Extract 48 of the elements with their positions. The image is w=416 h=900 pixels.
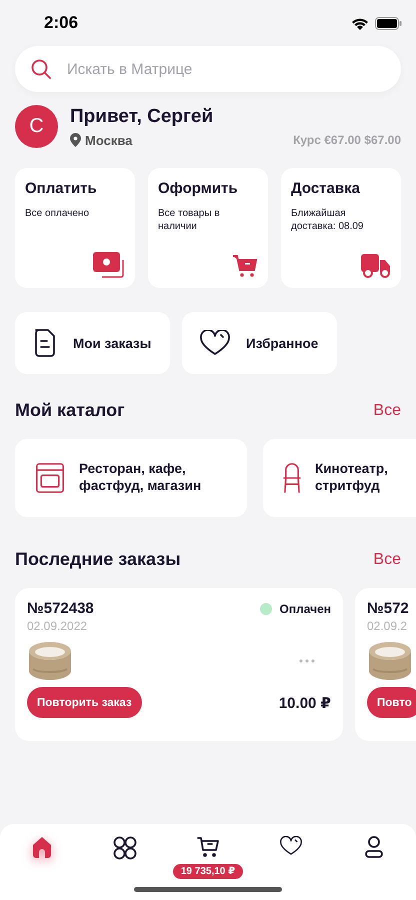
action-card[interactable]: Доставка Ближайшая доставка: 08.09 (281, 168, 401, 288)
tab-button[interactable] (194, 834, 221, 860)
truck-icon (361, 254, 391, 278)
order-date: 02.09.2 (367, 619, 408, 633)
order-status: Оплачен (280, 602, 331, 616)
catalog-card[interactable]: Кинотеатр, стритфуд (263, 439, 416, 517)
repeat-order-button[interactable]: Повторить заказ (27, 687, 142, 718)
tab-button[interactable] (363, 834, 386, 860)
order-date: 02.09.2022 (27, 619, 88, 633)
cart-icon (196, 836, 219, 858)
action-card[interactable]: Оплатить Все оплачено (15, 168, 135, 288)
battery-icon (375, 16, 402, 30)
home-icon (30, 836, 53, 858)
section-title: Последние заказы (15, 549, 181, 570)
chair-icon (283, 463, 301, 493)
heart-icon (200, 330, 230, 356)
oven-icon (35, 462, 65, 494)
see-all-link[interactable]: Все (373, 550, 401, 568)
shortcut-card[interactable]: Мои заказы (15, 312, 170, 374)
cart-icon (232, 254, 258, 278)
heart-icon (280, 836, 302, 856)
search-icon (31, 59, 51, 79)
tab-button[interactable] (110, 834, 139, 862)
search-field[interactable]: Искать в Матрице (65, 60, 385, 78)
status-time: 2:06 (44, 13, 78, 33)
order-total: 10.00 ₽ (278, 694, 331, 712)
search-bar[interactable]: Искать в Матрице (15, 46, 401, 92)
order-card[interactable]: №572438 Оплачен 02.09.2022 Повторить заказ 10.00 ₽ (15, 588, 343, 741)
greeting: Привет, Сергей (70, 106, 214, 128)
wifi-icon (351, 16, 369, 30)
shortcut-card[interactable]: Избранное (182, 312, 337, 374)
document-icon (33, 329, 57, 357)
order-number: №572 (367, 600, 409, 617)
catalog-card[interactable]: Ресторан, кафе, фастфуд, магазин (15, 439, 247, 517)
banknote-icon (93, 252, 125, 278)
action-card[interactable]: Оформить Все товары в наличии (148, 168, 268, 288)
avatar[interactable]: С (15, 105, 58, 148)
order-number: №572438 (27, 600, 94, 617)
exchange-rate: Курс €67.00 $67.00 (293, 133, 401, 147)
order-card[interactable]: №572 02.09.2 Повто (355, 588, 416, 741)
cart-total-badge: 19 735,10 ₽ (172, 864, 244, 879)
circles-grid-icon (112, 836, 137, 860)
section-title: Мой каталог (15, 400, 125, 421)
repeat-order-button[interactable]: Повто (367, 687, 416, 718)
see-all-link[interactable]: Все (373, 402, 401, 420)
city-label[interactable]: Москва (85, 132, 132, 148)
profile-icon (365, 836, 384, 858)
location-pin-icon (70, 133, 81, 147)
